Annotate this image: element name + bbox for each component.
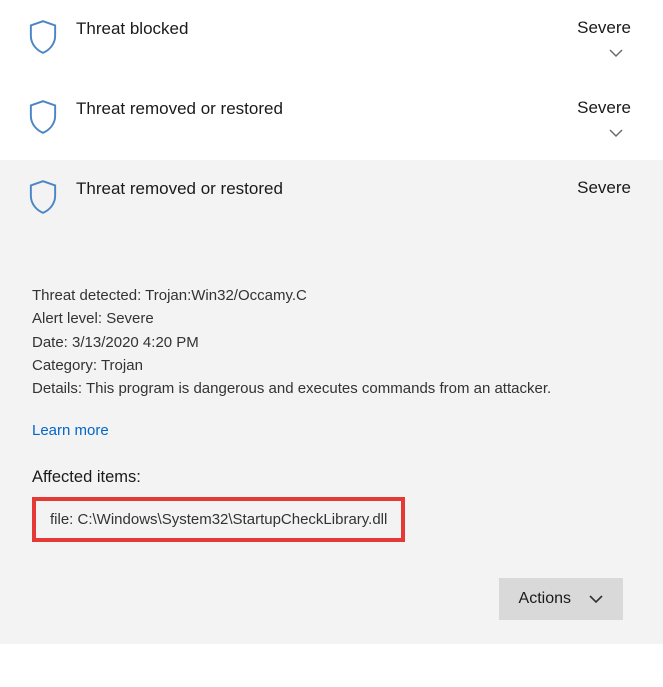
detail-date: Date: 3/13/2020 4:20 PM xyxy=(32,331,631,354)
shield-icon xyxy=(28,18,64,62)
threat-severity: Severe xyxy=(577,98,635,118)
actions-button[interactable]: Actions xyxy=(499,578,623,620)
threat-header[interactable]: Threat removed or restored Severe xyxy=(28,178,635,214)
threat-severity: Severe xyxy=(577,18,635,38)
threat-title: Threat removed or restored xyxy=(76,98,565,120)
chevron-down-icon[interactable] xyxy=(609,118,635,142)
learn-more-link[interactable]: Learn more xyxy=(32,422,109,439)
shield-icon xyxy=(28,178,64,214)
threat-item[interactable]: Threat removed or restored Severe xyxy=(0,80,663,160)
chevron-down-icon[interactable] xyxy=(609,38,635,62)
detail-description: Details: This program is dangerous and e… xyxy=(32,377,631,400)
threat-details: Threat detected: Trojan:Win32/Occamy.C A… xyxy=(28,214,635,620)
detail-category: Category: Trojan xyxy=(32,354,631,377)
detail-threat-detected: Threat detected: Trojan:Win32/Occamy.C xyxy=(32,284,631,307)
threat-item-expanded: Threat removed or restored Severe Threat… xyxy=(0,160,663,644)
threat-title: Threat removed or restored xyxy=(76,178,565,200)
detail-alert-level: Alert level: Severe xyxy=(32,307,631,330)
threat-item[interactable]: Threat blocked Severe xyxy=(0,0,663,80)
actions-button-label: Actions xyxy=(519,590,571,608)
affected-items-highlight: file: C:\Windows\System32\StartupCheckLi… xyxy=(32,497,405,542)
threat-title: Threat blocked xyxy=(76,18,565,40)
threat-history-panel: Threat blocked Severe Threat removed or … xyxy=(0,0,663,644)
chevron-down-icon xyxy=(589,590,603,608)
threat-severity: Severe xyxy=(577,178,635,198)
shield-icon xyxy=(28,98,64,142)
affected-items-heading: Affected items: xyxy=(32,468,631,487)
affected-file-path: file: C:\Windows\System32\StartupCheckLi… xyxy=(50,511,387,528)
